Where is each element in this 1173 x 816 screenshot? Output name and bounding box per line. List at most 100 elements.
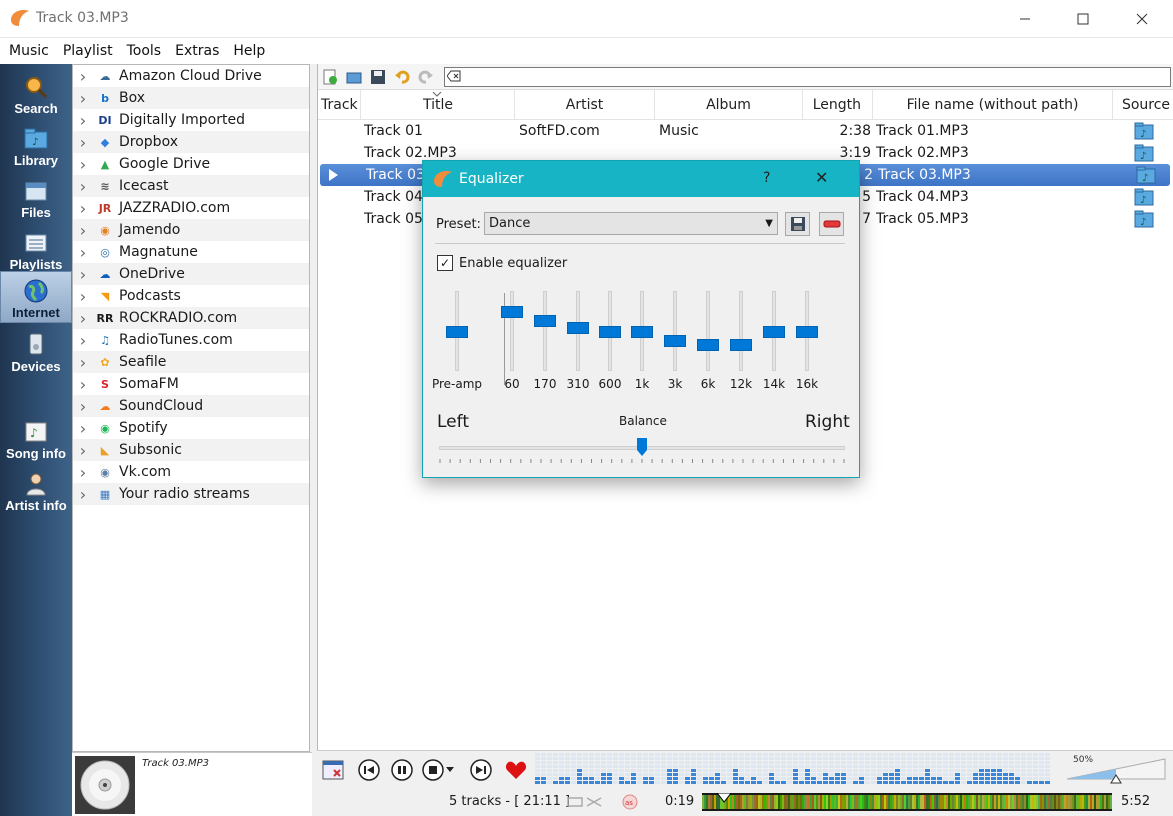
menu-music[interactable]: Music [2,43,56,59]
band-slider[interactable] [627,291,657,375]
service-item[interactable]: › DI Digitally Imported [73,109,309,131]
slider-thumb[interactable] [664,335,686,347]
service-item[interactable]: › ▦ Your radio streams [73,483,309,505]
service-item[interactable]: › ◣ Subsonic [73,439,309,461]
slider-thumb[interactable] [567,322,589,334]
menu-extras[interactable]: Extras [168,43,226,59]
close-button[interactable] [1113,0,1171,38]
service-item[interactable]: › ◥ Podcasts [73,285,309,307]
delete-preset-button[interactable] [819,212,844,236]
chevron-right-icon[interactable]: › [73,243,93,262]
pause-button[interactable] [390,758,414,782]
sidebar-item-devices[interactable]: Devices [0,326,72,378]
chevron-right-icon[interactable]: › [73,265,93,284]
sidebar-item-song-info[interactable]: ♪ Song info [0,413,72,465]
sidebar-item-playlists[interactable]: Playlists [0,224,72,276]
band-slider[interactable] [497,291,527,375]
menu-help[interactable]: Help [226,43,272,59]
undo-button[interactable] [393,68,411,86]
equalizer-title-bar[interactable]: Equalizer ? ✕ [423,161,859,197]
balance-slider-thumb[interactable] [637,438,647,456]
service-item[interactable]: › ◎ Magnatune [73,241,309,263]
band-slider[interactable] [530,291,560,375]
service-item[interactable]: › RR ROCKRADIO.com [73,307,309,329]
service-item[interactable]: › ☁ OneDrive [73,263,309,285]
band-slider[interactable] [792,291,822,375]
equalizer-close-button[interactable]: ✕ [815,168,828,187]
slider-thumb[interactable] [446,326,468,338]
redo-button[interactable] [417,68,435,86]
sidebar-item-internet[interactable]: Internet [0,271,72,323]
help-button[interactable]: ? [763,170,770,186]
service-item[interactable]: › S SomaFM [73,373,309,395]
slider-thumb[interactable] [796,326,818,338]
new-playlist-button[interactable] [321,68,339,86]
preamp-slider[interactable] [442,291,472,375]
slider-thumb[interactable] [763,326,785,338]
stop-options-dropdown[interactable] [443,758,457,782]
slider-thumb[interactable] [697,339,719,351]
band-slider[interactable] [759,291,789,375]
stop-button[interactable] [421,758,445,782]
chevron-right-icon[interactable]: › [73,287,93,306]
playlist-filter-input[interactable] [444,67,1171,87]
service-item[interactable]: › ◉ Vk.com [73,461,309,483]
service-item[interactable]: › ✿ Seafile [73,351,309,373]
previous-track-button[interactable] [357,758,381,782]
sidebar-item-search[interactable]: Search [0,68,72,120]
chevron-right-icon[interactable]: › [73,397,93,416]
chevron-right-icon[interactable]: › [73,155,93,174]
preset-select[interactable]: Dance ▼ [484,212,778,235]
slider-thumb[interactable] [599,326,621,338]
chevron-right-icon[interactable]: › [73,177,93,196]
chevron-right-icon[interactable]: › [73,419,93,438]
sidebar-item-library[interactable]: ♪ Library [0,120,72,172]
band-slider[interactable] [595,291,625,375]
playlist-row[interactable]: Track 01 SoftFD.com Music 2:38 Track 01.MP3 ♪ [318,120,1173,142]
chevron-right-icon[interactable]: › [73,111,93,130]
service-item[interactable]: › ☁ SoundCloud [73,395,309,417]
seek-moodbar[interactable] [702,793,1112,811]
band-slider[interactable] [660,291,690,375]
chevron-right-icon[interactable]: › [73,463,93,482]
chevron-right-icon[interactable]: › [73,331,93,350]
slider-thumb[interactable] [631,326,653,338]
load-playlist-button[interactable] [345,68,363,86]
column-source[interactable]: Source [1118,90,1173,120]
chevron-right-icon[interactable]: › [73,309,93,328]
column-artist[interactable]: Artist [515,90,655,120]
band-slider[interactable] [726,291,756,375]
band-slider[interactable] [563,291,593,375]
service-item[interactable]: › ▲ Google Drive [73,153,309,175]
clear-filter-icon[interactable] [447,70,461,82]
volume-control[interactable]: 50% [1065,755,1167,785]
chevron-right-icon[interactable]: › [73,353,93,372]
clear-playlist-button[interactable] [321,758,345,782]
sidebar-item-artist-info[interactable]: Artist info [0,465,72,517]
menu-playlist[interactable]: Playlist [56,43,120,59]
menu-tools[interactable]: Tools [120,43,169,59]
chevron-right-icon[interactable]: › [73,199,93,218]
service-item[interactable]: › b Box [73,87,309,109]
chevron-right-icon[interactable]: › [73,485,93,504]
chevron-right-icon[interactable]: › [73,67,93,86]
column-length[interactable]: Length [803,90,873,120]
maximize-button[interactable] [1054,0,1112,38]
chevron-right-icon[interactable]: › [73,133,93,152]
service-item[interactable]: › ♫ RadioTunes.com [73,329,309,351]
next-track-button[interactable] [469,758,493,782]
enable-equalizer-checkbox[interactable]: ✓ [437,255,453,271]
chevron-right-icon[interactable]: › [73,221,93,240]
service-item[interactable]: › ≋ Icecast [73,175,309,197]
service-item[interactable]: › ◉ Spotify [73,417,309,439]
column-filename[interactable]: File name (without path) [873,90,1113,120]
save-preset-button[interactable] [785,212,810,236]
slider-thumb[interactable] [534,315,556,327]
column-track[interactable]: Track [321,90,361,120]
minimize-button[interactable] [996,0,1054,38]
chevron-right-icon[interactable]: › [73,441,93,460]
love-button[interactable] [504,758,528,782]
service-item[interactable]: › ◆ Dropbox [73,131,309,153]
chevron-right-icon[interactable]: › [73,375,93,394]
service-item[interactable]: › ☁ Amazon Cloud Drive [73,65,309,87]
